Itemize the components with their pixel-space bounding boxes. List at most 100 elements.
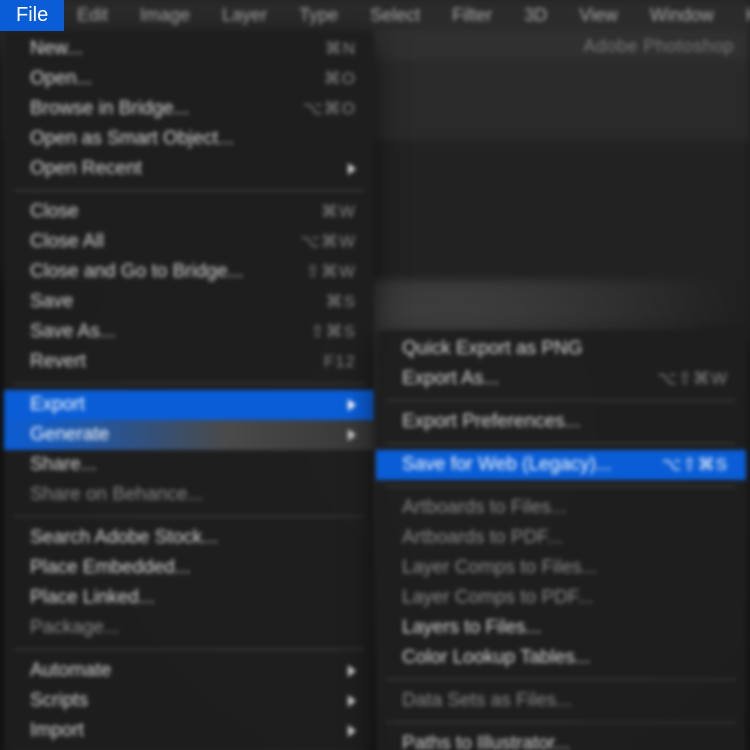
file-menu-item[interactable]: Import xyxy=(4,716,374,746)
menu-item-label: Export Preferences... xyxy=(402,410,580,434)
export-menu-item: Artboards to Files... xyxy=(376,493,746,523)
app-name: Adobe Photoshop xyxy=(583,36,734,57)
shortcut: ⌥⌘W xyxy=(300,230,356,254)
menu-separator xyxy=(14,383,364,384)
menu-separator xyxy=(386,400,736,401)
file-menu-item[interactable]: Automate xyxy=(4,656,374,686)
menu-item-label: Share on Behance... xyxy=(30,483,203,507)
file-menu-item[interactable]: Save ⌘S xyxy=(4,287,374,317)
file-menu-item[interactable]: Close All ⌥⌘W xyxy=(4,227,374,257)
file-menu-item: Share on Behance... xyxy=(4,480,374,510)
menu-item-label: Generate xyxy=(30,423,109,447)
file-menu-item[interactable]: Search Adobe Stock... xyxy=(4,523,374,553)
file-menu-item[interactable]: Close ⌘W xyxy=(4,197,374,227)
export-menu-item[interactable]: Export Preferences... xyxy=(376,407,746,437)
file-menu: New... ⌘N Open...⌘O Browse in Bridge... ⌥⌘O O… xyxy=(4,30,374,750)
menu-item-label: Scripts xyxy=(30,689,88,713)
menu-item-label: Export xyxy=(30,393,85,417)
export-submenu: Quick Export as PNGExport As...⌥⇧⌘WExpor… xyxy=(376,330,746,750)
menu-item-label: Paths to Illustrator... xyxy=(402,732,570,750)
shortcut: ⌘W xyxy=(321,200,356,224)
menu-3d[interactable]: 3D xyxy=(508,1,563,30)
menu-item-label: Automate xyxy=(30,659,111,683)
file-menu-item[interactable]: Share... xyxy=(4,450,374,480)
menu-item-label: Color Lookup Tables... xyxy=(402,646,591,670)
menu-item-label: Search Adobe Stock... xyxy=(30,526,218,550)
export-menu-item[interactable]: Quick Export as PNG xyxy=(376,334,746,364)
menu-layer[interactable]: Layer xyxy=(206,1,283,30)
menu-item-label: Artboards to Files... xyxy=(402,496,567,520)
menu-item-label: Revert xyxy=(30,350,86,374)
file-menu-item[interactable]: Generate xyxy=(4,420,374,450)
menu-item-label: Quick Export as PNG xyxy=(402,337,583,361)
shortcut: ⇧⌘S xyxy=(310,320,356,344)
menu-view[interactable]: View xyxy=(563,1,634,30)
export-menu-item[interactable]: Layers to Files... xyxy=(376,613,746,643)
menu-separator xyxy=(14,516,364,517)
menu-file[interactable]: File xyxy=(0,0,64,31)
file-menu-item[interactable]: Place Linked... xyxy=(4,583,374,613)
export-menu-item: Data Sets as Files... xyxy=(376,686,746,716)
file-menu-item[interactable]: Save As... ⇧⌘S xyxy=(4,317,374,347)
menu-item-label: Open as Smart Object... xyxy=(30,127,234,151)
menu-type[interactable]: Type xyxy=(283,1,354,30)
menu-item-label: Artboards to PDF... xyxy=(402,526,563,550)
menu-window[interactable]: Window xyxy=(634,1,730,30)
file-menu-item[interactable]: RevertF12 xyxy=(4,347,374,377)
shortcut: ⌘N xyxy=(325,37,356,61)
menu-item-label: New... xyxy=(30,37,83,61)
menu-item-label: Share... xyxy=(30,453,97,477)
menu-help[interactable]: Help xyxy=(730,1,750,30)
file-menu-item[interactable]: Export xyxy=(4,390,374,420)
menubar: FileEditImageLayerTypeSelectFilter3DView… xyxy=(0,0,750,30)
menu-item-label: Save for Web (Legacy)... xyxy=(402,453,612,477)
menu-item-label: Place Embedded... xyxy=(30,556,191,580)
shortcut: ⇧⌘W xyxy=(306,260,356,284)
submenu-arrow-icon xyxy=(348,725,356,737)
menu-item-label: Save xyxy=(30,290,73,314)
export-menu-item: Layer Comps to PDF... xyxy=(376,583,746,613)
export-menu-item: Artboards to PDF... xyxy=(376,523,746,553)
submenu-arrow-icon xyxy=(348,695,356,707)
shortcut: ⌥⇧⌘S xyxy=(662,453,728,477)
file-menu-item[interactable]: Scripts xyxy=(4,686,374,716)
menu-item-label: Browse in Bridge... xyxy=(30,97,189,121)
menu-image[interactable]: Image xyxy=(124,1,206,30)
file-menu-item[interactable]: Open Recent xyxy=(4,154,374,184)
menu-item-label: Layer Comps to Files... xyxy=(402,556,597,580)
menu-filter[interactable]: Filter xyxy=(436,1,508,30)
menu-item-label: Layers to Files... xyxy=(402,616,541,640)
menu-separator xyxy=(386,722,736,723)
menu-separator xyxy=(14,649,364,650)
shortcut: ⌥⌘O xyxy=(303,97,356,121)
menu-item-label: Export As... xyxy=(402,367,499,391)
menu-item-label: Close xyxy=(30,200,79,224)
menu-item-label: Save As... xyxy=(30,320,116,344)
menu-item-label: Import xyxy=(30,719,84,743)
export-menu-item[interactable]: Export As... ⌥⇧⌘W xyxy=(376,364,746,394)
menu-item-label: Open Recent xyxy=(30,157,142,181)
export-menu-item[interactable]: Color Lookup Tables... xyxy=(376,643,746,673)
menu-item-label: Package... xyxy=(30,616,120,640)
export-menu-item[interactable]: Save for Web (Legacy)... ⌥⇧⌘S xyxy=(376,450,746,480)
file-menu-item[interactable]: Place Embedded... xyxy=(4,553,374,583)
file-menu-item[interactable]: Browse in Bridge... ⌥⌘O xyxy=(4,94,374,124)
file-menu-item[interactable]: Open...⌘O xyxy=(4,64,374,94)
shortcut: ⌥⇧⌘W xyxy=(657,367,728,391)
file-menu-item[interactable]: Close and Go to Bridge... ⇧⌘W xyxy=(4,257,374,287)
menu-separator xyxy=(14,190,364,191)
file-menu-item[interactable]: Open as Smart Object... xyxy=(4,124,374,154)
file-menu-item[interactable]: New... ⌘N xyxy=(4,34,374,64)
export-menu-item[interactable]: Paths to Illustrator... xyxy=(376,729,746,750)
menu-edit[interactable]: Edit xyxy=(61,1,124,30)
menu-item-label: Data Sets as Files... xyxy=(402,689,572,713)
menu-item-label: Close and Go to Bridge... xyxy=(30,260,243,284)
export-menu-item: Layer Comps to Files... xyxy=(376,553,746,583)
menu-item-label: Open... xyxy=(30,67,92,91)
menu-item-label: Close All xyxy=(30,230,104,254)
menu-separator xyxy=(386,443,736,444)
menu-select[interactable]: Select xyxy=(354,1,436,30)
menu-item-label: Place Linked... xyxy=(30,586,155,610)
shortcut: ⌘S xyxy=(326,290,356,314)
submenu-arrow-icon xyxy=(348,665,356,677)
